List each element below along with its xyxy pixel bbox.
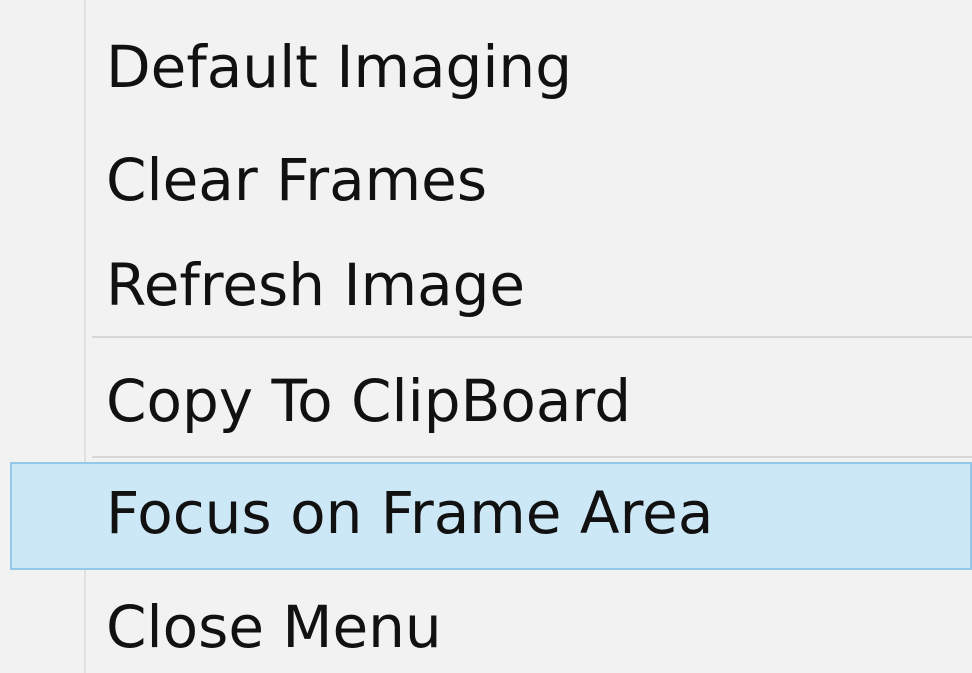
menu-item-close-menu[interactable]: Close Menu — [0, 572, 972, 673]
menu-item-label: Clear Frames — [106, 146, 488, 214]
menu-separator — [92, 456, 972, 458]
menu-item-label: Refresh Image — [106, 251, 526, 319]
context-menu: Default Imaging Clear Frames Refresh Ima… — [0, 0, 972, 673]
menu-item-focus-on-frame-area[interactable]: Focus on Frame Area — [10, 462, 972, 570]
menu-item-label: Default Imaging — [106, 33, 573, 101]
menu-item-clear-frames[interactable]: Clear Frames — [0, 118, 972, 236]
menu-item-default-imaging[interactable]: Default Imaging — [0, 0, 972, 118]
menu-item-label: Focus on Frame Area — [106, 479, 714, 547]
menu-item-copy-to-clipboard[interactable]: Copy To ClipBoard — [0, 340, 972, 456]
menu-item-label: Copy To ClipBoard — [106, 367, 632, 435]
menu-separator — [92, 336, 972, 338]
menu-item-refresh-image[interactable]: Refresh Image — [0, 236, 972, 336]
menu-item-label: Close Menu — [106, 593, 442, 661]
